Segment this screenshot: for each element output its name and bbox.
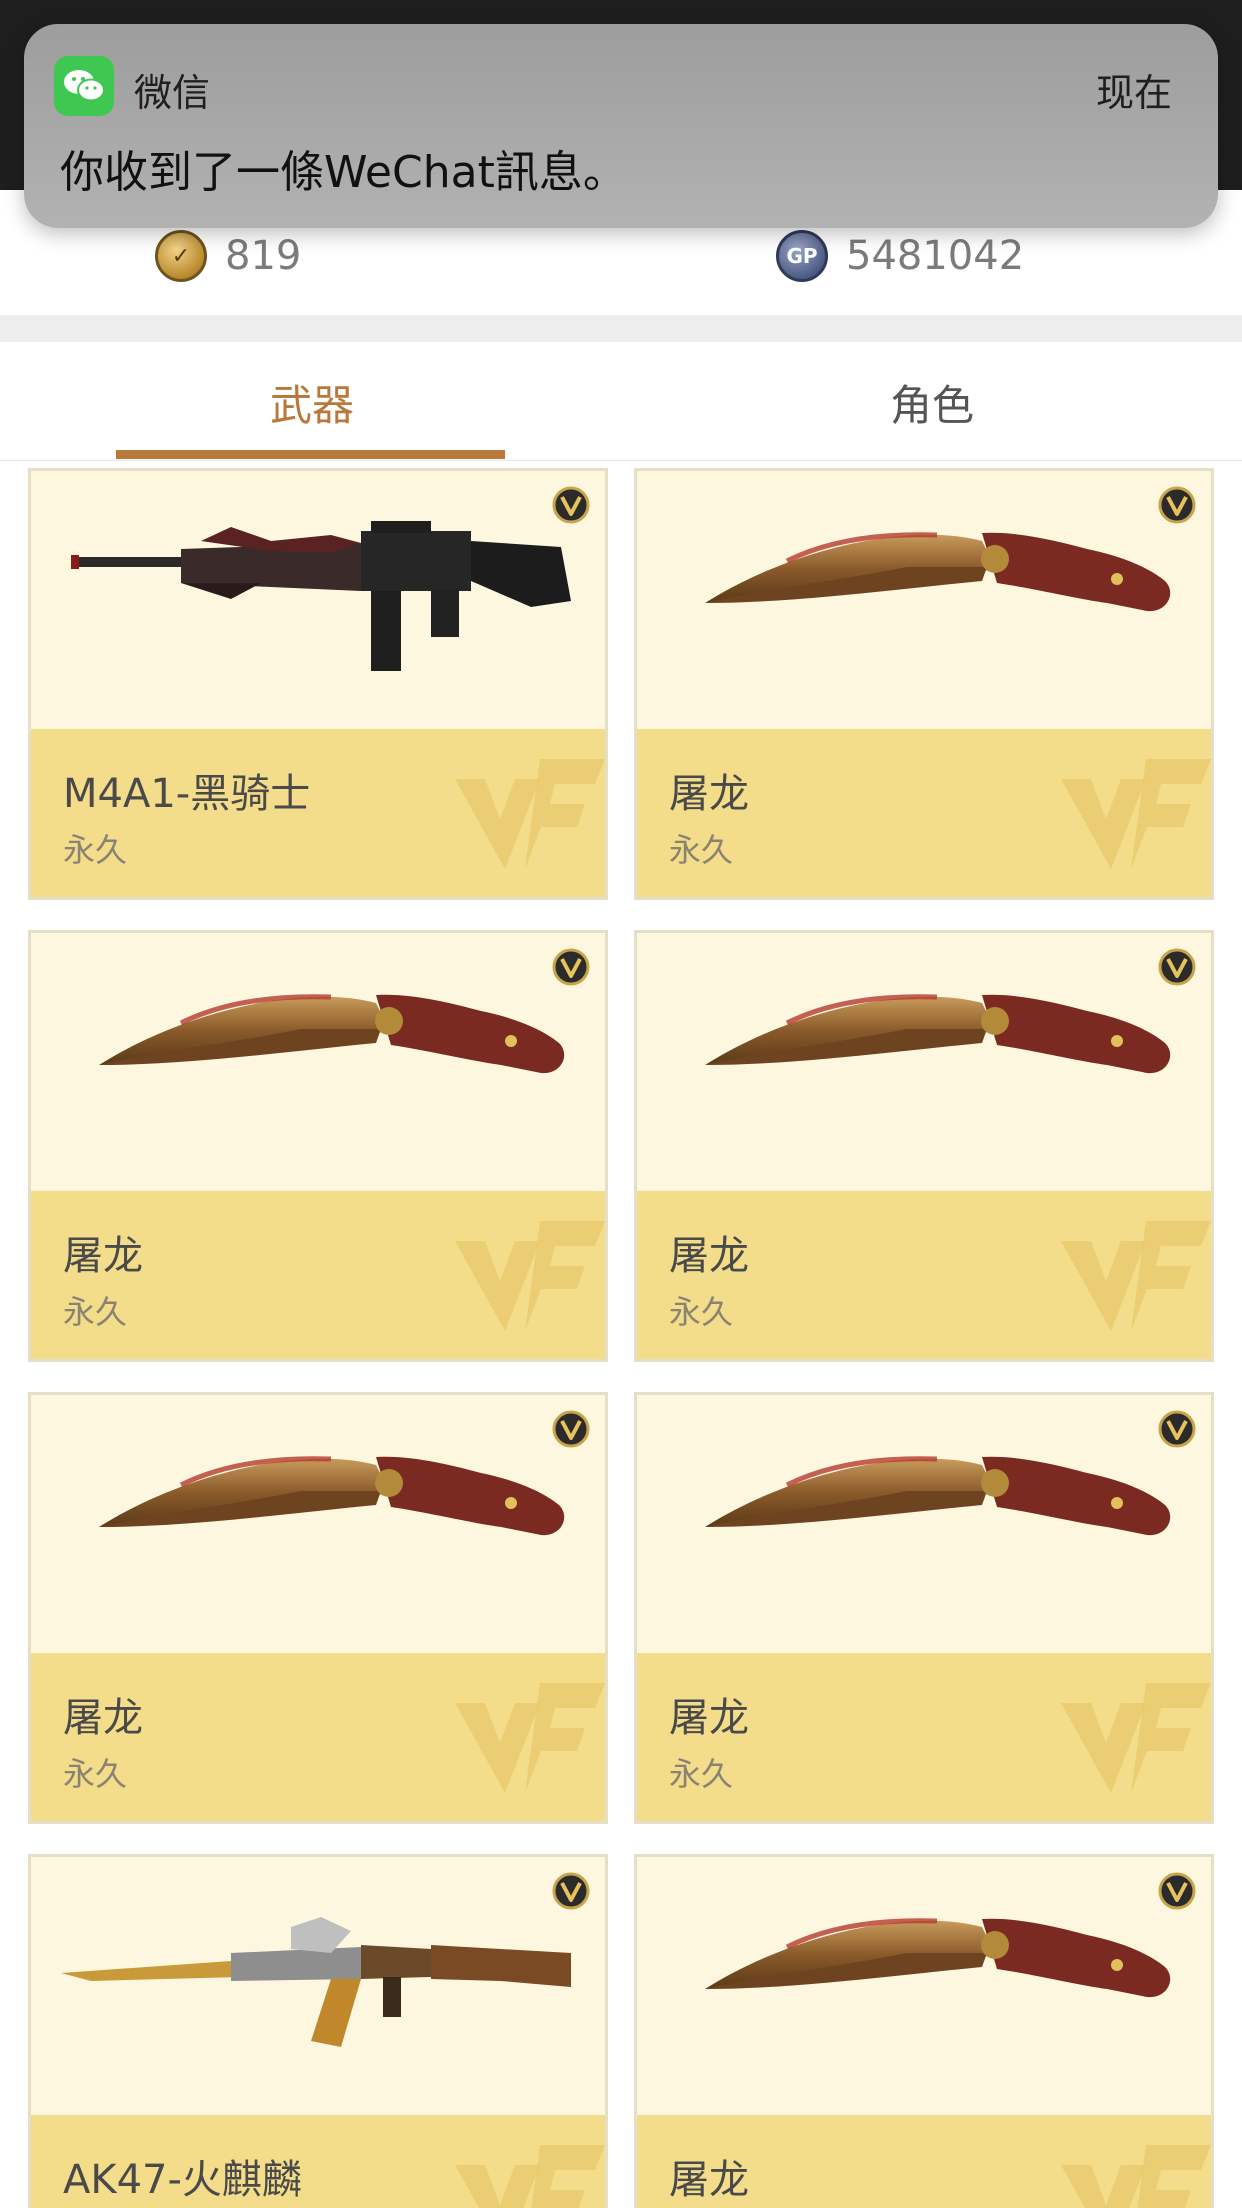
cf-watermark-icon [1061,1221,1211,1331]
notification-time: 现在 [1095,71,1172,115]
cf-watermark-icon [1061,759,1211,869]
kukri-knife-image [31,1395,605,1653]
item-name: 屠龙 [669,1695,749,1741]
v-badge-icon [552,486,590,524]
v-badge-icon [552,1410,590,1448]
rifle-ak47-image [31,1857,605,2115]
item-grid: M4A1-黑骑士 永久 屠龙 永久 屠龙 永久 屠龙 永久 屠龙 永久 屠龙 永… [0,460,1242,2208]
active-tab-indicator [116,450,505,459]
v-badge-icon [552,1872,590,1910]
item-card[interactable]: AK47-火麒麟 [28,1854,608,2208]
tab-weapons[interactable]: 武器 [270,372,354,433]
v-badge-icon [1158,948,1196,986]
v-badge-icon [552,948,590,986]
kukri-knife-image [31,933,605,1191]
wechat-icon [54,56,114,116]
notification-message: 你收到了一條WeChat訊息。 [60,147,627,198]
item-card[interactable]: 屠龙 [634,1854,1214,2208]
kukri-knife-image [637,1395,1211,1653]
rifle-m4a1-image [31,471,605,729]
item-card[interactable]: 屠龙 永久 [28,930,608,1362]
item-name: AK47-火麒麟 [63,2157,302,2203]
item-duration: 永久 [63,1293,128,1331]
divider [0,315,1242,342]
page: ✓ 819 GP 5481042 武器 角色 M4A1-黑骑士 永久 屠龙 永久… [0,0,1242,2208]
v-badge-icon [1158,1410,1196,1448]
item-info: 屠龙 永久 [637,729,1211,897]
item-duration: 永久 [669,1293,734,1331]
item-card[interactable]: 屠龙 永久 [28,1392,608,1824]
item-name: 屠龙 [669,771,749,817]
cf-points-balance: ✓ 819 [155,228,301,284]
item-name: 屠龙 [669,2157,749,2203]
item-name: M4A1-黑骑士 [63,771,311,817]
cf-watermark-icon [455,1683,605,1793]
gp-balance: GP 5481042 [776,228,1024,284]
v-badge-icon [1158,486,1196,524]
item-info: AK47-火麒麟 [31,2115,605,2208]
cf-watermark-icon [455,759,605,869]
item-info: M4A1-黑骑士 永久 [31,729,605,897]
item-name: 屠龙 [63,1233,143,1279]
item-name: 屠龙 [63,1695,143,1741]
item-card[interactable]: M4A1-黑骑士 永久 [28,468,608,900]
notification-banner[interactable]: 微信 现在 你收到了一條WeChat訊息。 [24,24,1218,228]
v-badge-icon [1158,1872,1196,1910]
item-info: 屠龙 永久 [637,1191,1211,1359]
gp-coin-icon: GP [776,230,828,282]
tab-roles[interactable]: 角色 [890,372,974,433]
cf-watermark-icon [1061,1683,1211,1793]
cf-watermark-icon [455,2145,605,2208]
gp-amount: 5481042 [846,233,1025,279]
item-duration: 永久 [669,1755,734,1793]
item-name: 屠龙 [669,1233,749,1279]
item-info: 屠龙 永久 [31,1191,605,1359]
cf-watermark-icon [455,1221,605,1331]
item-duration: 永久 [669,831,734,869]
notification-app-name: 微信 [134,71,211,115]
kukri-knife-image [637,933,1211,1191]
cf-watermark-icon [1061,2145,1211,2208]
item-info: 屠龙 [637,2115,1211,2208]
item-card[interactable]: 屠龙 永久 [634,930,1214,1362]
kukri-knife-image [637,1857,1211,2115]
category-tabs: 武器 角色 [0,342,1242,461]
cf-points-amount: 819 [225,233,302,279]
item-card[interactable]: 屠龙 永久 [634,1392,1214,1824]
item-info: 屠龙 永久 [31,1653,605,1821]
kukri-knife-image [637,471,1211,729]
item-card[interactable]: 屠龙 永久 [634,468,1214,900]
item-duration: 永久 [63,831,128,869]
item-info: 屠龙 永久 [637,1653,1211,1821]
item-duration: 永久 [63,1755,128,1793]
cf-coin-icon: ✓ [155,230,207,282]
